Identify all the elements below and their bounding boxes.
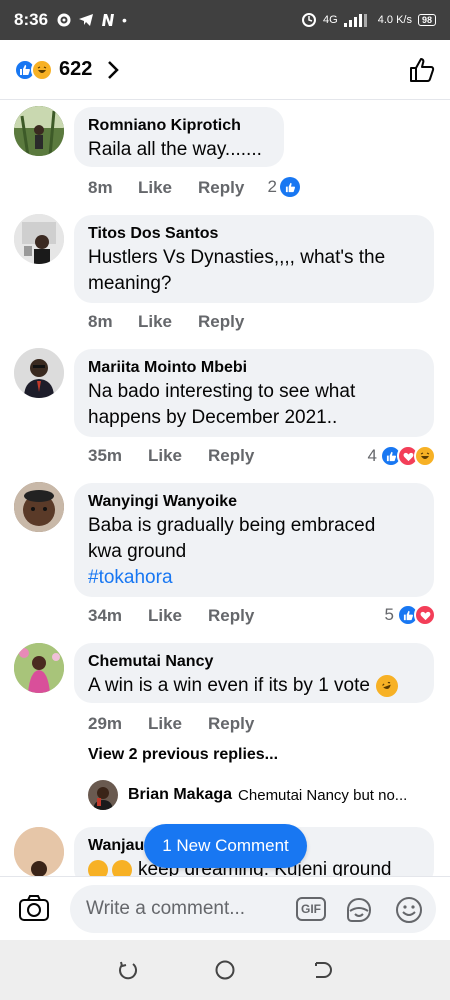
reply-button[interactable]: Reply <box>208 714 254 734</box>
avatar[interactable] <box>88 780 118 810</box>
comment-meta: 8m Like Reply <box>88 178 244 198</box>
avatar[interactable] <box>14 348 64 398</box>
comment-meta: 8m Like Reply <box>88 312 244 332</box>
emoji-icon[interactable] <box>394 895 424 925</box>
camera-icon[interactable] <box>18 893 50 923</box>
comment-text: Baba is gradually being embraced <box>88 515 376 536</box>
avatar[interactable] <box>14 482 64 532</box>
signal-icon <box>343 14 367 27</box>
avatar[interactable] <box>14 827 64 877</box>
comment-time[interactable]: 34m <box>88 606 146 626</box>
commenter-name[interactable]: Romniano Kiprotich <box>88 115 270 137</box>
status-bar: 8:36 • 4G 4.0 K/s 98 <box>0 0 450 40</box>
comment-composer: Write a comment... GIF <box>0 876 450 940</box>
rofl-emoji-icon <box>372 671 402 701</box>
alarm-icon <box>302 13 317 27</box>
comment-reactions[interactable]: 4 <box>368 445 436 467</box>
love-reaction-icon <box>414 604 436 626</box>
comment-time[interactable]: 8m <box>88 178 136 198</box>
comment-bubble[interactable]: Chemutai Nancy A win is a win even if it… <box>74 643 434 703</box>
comment-bubble[interactable]: Wanyingi Wanyoike Baba is gradually bein… <box>74 483 434 597</box>
comment-reactions[interactable]: 2 <box>268 177 300 197</box>
comment-meta: 35m Like Reply <box>88 446 254 466</box>
battery-indicator: 98 <box>417 14 436 26</box>
new-comment-button[interactable]: 1 New Comment <box>144 824 307 868</box>
reactions-header[interactable]: 622 <box>0 40 450 100</box>
sticker-icon[interactable] <box>344 895 374 925</box>
like-reaction-icon <box>280 177 300 197</box>
like-button[interactable]: Like <box>148 714 208 734</box>
reply-text: Chemutai Nancy but no... <box>238 786 408 804</box>
reply-button[interactable]: Reply <box>198 312 244 332</box>
avatar[interactable] <box>14 643 64 693</box>
net-speed: 4.0 K/s <box>377 14 412 26</box>
commenter-name[interactable]: Titos Dos Santos <box>88 223 420 245</box>
comment-text: Hustlers Vs Dynasties,,,, what's the <box>88 247 386 268</box>
reaction-count[interactable]: 622 <box>59 58 92 81</box>
avatar[interactable] <box>14 106 64 156</box>
comment-text: Na bado interesting to see what <box>88 381 356 402</box>
telegram-icon <box>79 14 94 26</box>
comment-bubble[interactable]: Mariita Mointo Mbebi Na bado interesting… <box>74 349 434 437</box>
like-button[interactable]: Like <box>148 606 208 626</box>
reaction-number: 2 <box>267 177 277 196</box>
haha-reaction-icon <box>31 58 53 81</box>
reply-button[interactable]: Reply <box>198 178 244 198</box>
like-button[interactable]: Like <box>138 312 198 332</box>
network-type: 4G <box>323 14 338 26</box>
haha-reaction-icon <box>414 445 436 467</box>
reply-button[interactable]: Reply <box>208 606 254 626</box>
comment-meta: 34m Like Reply <box>88 606 254 626</box>
comment-text: happens by December 2021.. <box>88 407 338 428</box>
commenter-name[interactable]: Chemutai Nancy <box>88 651 420 673</box>
hashtag-link[interactable]: #tokahora <box>88 565 420 591</box>
like-button[interactable]: Like <box>138 178 198 198</box>
like-button[interactable]: Like <box>148 446 208 466</box>
back-nav-icon[interactable] <box>311 959 333 981</box>
gif-label: GIF <box>301 902 321 916</box>
comment-time[interactable]: 29m <box>88 714 146 734</box>
comment-input[interactable]: Write a comment... <box>70 885 436 933</box>
comment-text: meaning? <box>88 273 172 294</box>
commenter-name[interactable]: Wanyingi Wanyoike <box>88 491 420 513</box>
status-time: 8:36 <box>14 10 49 29</box>
reply-author-name[interactable]: Brian Makaga <box>128 786 232 804</box>
comments-sheet: 622 Romniano Kiprotich Raila all the way… <box>0 40 450 940</box>
n-icon <box>102 14 115 26</box>
thumbs-up-icon[interactable] <box>408 56 436 84</box>
home-nav-icon[interactable] <box>214 959 236 981</box>
gif-icon[interactable]: GIF <box>296 897 326 921</box>
comment-reactions[interactable]: 5 <box>385 604 436 626</box>
comment-bubble[interactable]: Romniano Kiprotich Raila all the way....… <box>74 107 284 167</box>
settings-icon <box>57 13 71 27</box>
comment-time[interactable]: 8m <box>88 312 136 332</box>
view-previous-replies[interactable]: View 2 previous replies... <box>88 746 278 764</box>
comment-text: A win is a win even if its by 1 vote <box>88 675 370 696</box>
comment-meta: 29m Like Reply <box>88 714 254 734</box>
reaction-number: 5 <box>384 605 394 624</box>
reply-button[interactable]: Reply <box>208 446 254 466</box>
system-nav-bar <box>0 940 450 1000</box>
comment-text: Raila all the way....... <box>88 139 262 160</box>
chevron-right-icon[interactable] <box>106 59 120 81</box>
comment-bubble[interactable]: Titos Dos Santos Hustlers Vs Dynasties,,… <box>74 215 434 303</box>
commenter-name[interactable]: Mariita Mointo Mbebi <box>88 357 420 379</box>
avatar[interactable] <box>14 214 64 264</box>
comment-text: kwa ground <box>88 541 187 562</box>
reply-preview[interactable]: Brian Makaga Chemutai Nancy but no... <box>88 780 407 810</box>
reaction-number: 4 <box>367 446 377 465</box>
recents-nav-icon[interactable] <box>117 959 139 981</box>
comment-placeholder: Write a comment... <box>86 898 246 919</box>
comment-time[interactable]: 35m <box>88 446 146 466</box>
